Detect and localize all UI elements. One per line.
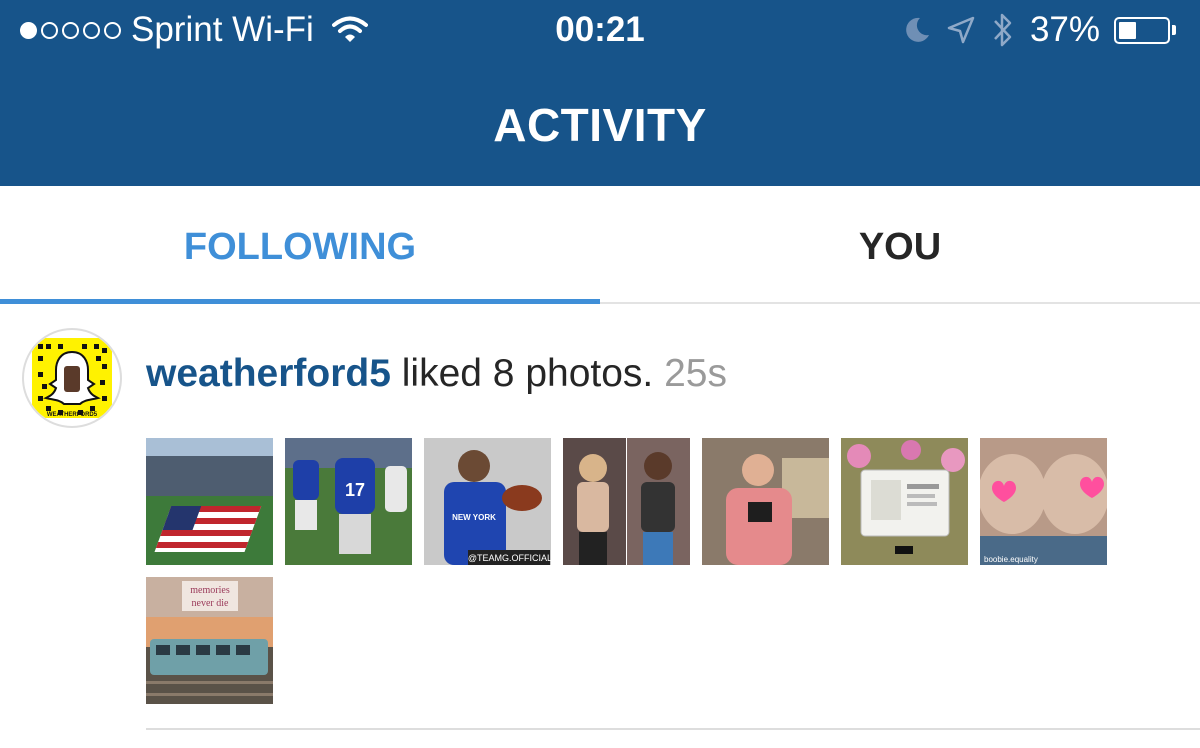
status-left: Sprint Wi-Fi	[20, 10, 368, 50]
two-women-image	[563, 438, 690, 565]
tablet-flowers-image	[841, 438, 968, 565]
bluetooth-icon	[994, 13, 1012, 47]
photo-thumb-man[interactable]	[702, 438, 829, 565]
svg-text:memories: memories	[190, 585, 230, 596]
signal-strength-icon	[20, 21, 121, 39]
svg-text:never die: never die	[192, 598, 229, 609]
photo-thumb-tablet[interactable]	[841, 438, 968, 565]
photo-thumb-hearts[interactable]: boobie.equality	[980, 438, 1107, 565]
photo-thumb-stadium[interactable]	[146, 438, 273, 565]
snapcode-image: WEATHERFORD5	[32, 338, 112, 418]
hearts-image: boobie.equality	[980, 438, 1107, 565]
svg-text:@TEAMG.OFFICIAL: @TEAMG.OFFICIAL	[468, 553, 551, 563]
photo-thumb-train[interactable]: memories never die	[146, 577, 273, 704]
photo-thumb-player-football[interactable]: NEW YORK @TEAMG.OFFICIAL	[424, 438, 551, 565]
battery-percent: 37%	[1029, 10, 1100, 49]
tab-you[interactable]: YOU	[600, 186, 1200, 302]
nav-bar: ACTIVITY	[0, 62, 1200, 186]
man-pink-shirt-image	[702, 438, 829, 565]
carrier-name: Sprint Wi-Fi	[131, 10, 314, 49]
location-arrow-icon	[947, 16, 975, 44]
photo-thumb-players[interactable]: 17	[285, 438, 412, 565]
status-bar: Sprint Wi-Fi 00:21 37%	[0, 0, 1200, 62]
item-divider	[146, 728, 1200, 730]
wifi-icon	[331, 16, 368, 42]
snapcode-caption: WEATHERFORD5	[47, 412, 98, 418]
moon-icon	[906, 17, 929, 42]
football-players-image: 17	[285, 438, 412, 565]
activity-item: WEATHERFORD5 weatherford5 liked 8 photos…	[0, 304, 1200, 748]
stadium-flag-image	[146, 438, 273, 565]
status-right: 37%	[902, 10, 1176, 50]
battery-level	[1119, 21, 1137, 39]
svg-text:NEW YORK: NEW YORK	[452, 513, 496, 522]
photo-thumb-two-women[interactable]	[563, 438, 690, 565]
page-title: ACTIVITY	[493, 99, 707, 151]
svg-text:boobie.equality: boobie.equality	[984, 555, 1038, 564]
tab-following[interactable]: FOLLOWING	[0, 186, 600, 302]
svg-text:17: 17	[345, 480, 365, 500]
activity-text: weatherford5 liked 8 photos. 25s	[146, 352, 727, 396]
username-link[interactable]: weatherford5	[146, 352, 391, 395]
train-image: memories never die	[146, 577, 273, 704]
activity-action: liked 8 photos.	[401, 352, 654, 395]
player-with-football-image: NEW YORK @TEAMG.OFFICIAL	[424, 438, 551, 565]
avatar[interactable]: WEATHERFORD5	[22, 328, 122, 428]
tab-bar: FOLLOWING YOU	[0, 186, 1200, 304]
battery-icon	[1114, 16, 1176, 44]
activity-timestamp: 25s	[664, 352, 727, 395]
